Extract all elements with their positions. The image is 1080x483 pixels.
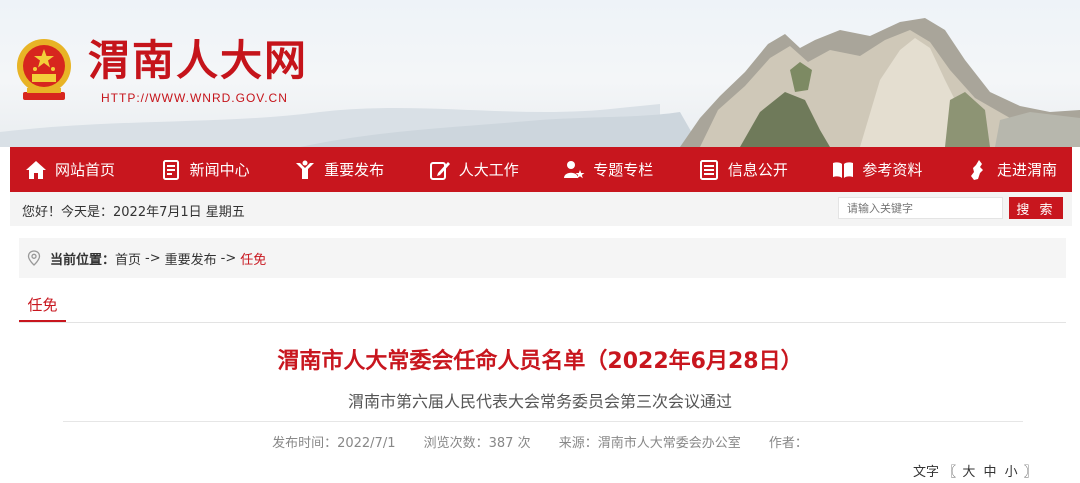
- font-size-medium-button[interactable]: 中: [983, 465, 996, 480]
- list-icon: [699, 159, 718, 180]
- search-button[interactable]: 搜 索: [1009, 197, 1063, 219]
- bracket-open: 〖: [943, 465, 957, 480]
- location-pin-icon: [27, 250, 41, 266]
- document-icon: [162, 159, 179, 180]
- font-size-large-button[interactable]: 大: [962, 465, 975, 480]
- article-title: 渭南市人大常委会任命人员名单（2022年6月28日）: [277, 349, 803, 374]
- header-banner: 渭南人大网 HTTP://WWW.WNRD.GOV.CN: [0, 0, 1080, 147]
- person-star-icon: [564, 160, 585, 178]
- search-input[interactable]: [838, 197, 1003, 219]
- nav-label: 信息公开: [727, 161, 788, 179]
- article-source: 来源：渭南市人大常委会办公室: [558, 436, 741, 451]
- article-meta: 发布时间：2022/7/1 浏览次数：387 次 来源：渭南市人大常委会办公室 …: [0, 432, 1080, 451]
- nav-label: 新闻中心: [189, 161, 250, 179]
- breadcrumb-releases-link[interactable]: 重要发布: [165, 249, 217, 268]
- tab-appointments[interactable]: 任免: [19, 292, 66, 322]
- breadcrumb-label: 当前位置：: [50, 252, 116, 268]
- nav-label: 网站首页: [55, 161, 116, 179]
- national-emblem-icon: [17, 39, 71, 100]
- date-greeting: 您好！今天是：2022年7月1日 星期五: [22, 205, 245, 220]
- nav-label: 人大工作: [458, 161, 519, 179]
- nav-label: 专题专栏: [593, 161, 654, 179]
- nav-item-news[interactable]: 新闻中心: [145, 147, 265, 192]
- nav-item-disclosure[interactable]: 信息公开: [683, 147, 803, 192]
- site-title: 渭南人大网: [88, 36, 309, 85]
- nav-item-topics[interactable]: 专题专栏: [548, 147, 668, 192]
- nav-item-releases[interactable]: 重要发布: [279, 147, 399, 192]
- nav-label: 重要发布: [324, 161, 385, 179]
- nav-item-reference[interactable]: 参考资料: [817, 147, 937, 192]
- book-icon: [833, 161, 854, 178]
- edit-icon: [429, 161, 450, 180]
- breadcrumb-separator: ->: [145, 250, 161, 266]
- nav-item-about-weinan[interactable]: 走进渭南: [952, 147, 1072, 192]
- breadcrumb-home-link[interactable]: 首页: [115, 249, 141, 268]
- breadcrumb-current[interactable]: 任免: [240, 249, 266, 268]
- category-tabbar: 任免: [19, 292, 1066, 323]
- article-subtitle: 渭南市第六届人民代表大会常务委员会第三次会议通过: [347, 392, 732, 411]
- site-url: HTTP://WWW.WNRD.GOV.CN: [101, 91, 288, 105]
- nav-item-home[interactable]: 网站首页: [10, 147, 130, 192]
- view-count: 浏览次数：387 次: [423, 436, 531, 451]
- home-icon: [26, 160, 46, 179]
- nav-label: 参考资料: [862, 161, 923, 179]
- font-size-control: 文字 〖 大 中 小 〗: [913, 461, 1037, 480]
- font-size-small-button[interactable]: 小: [1005, 465, 1018, 480]
- bracket-close: 〗: [1023, 465, 1037, 480]
- info-bar: 您好！今天是：2022年7月1日 星期五 搜 索: [10, 192, 1072, 226]
- megaphone-icon: [296, 160, 315, 179]
- nav-label: 走进渭南: [996, 161, 1057, 179]
- breadcrumb-separator: ->: [220, 250, 237, 266]
- nav-item-work[interactable]: 人大工作: [414, 147, 534, 192]
- font-size-label: 文字: [913, 465, 940, 480]
- main-navigation: 网站首页 新闻中心 重要发布 人大工作 专题专栏 信息公开 参考资料 走进渭南: [10, 147, 1072, 192]
- publish-time: 发布时间：2022/7/1: [272, 436, 396, 451]
- article-author: 作者：: [768, 436, 808, 451]
- map-icon: [970, 159, 983, 180]
- breadcrumb: 当前位置： 首页 -> 重要发布 -> 任免: [19, 238, 1066, 278]
- divider: [63, 421, 1023, 422]
